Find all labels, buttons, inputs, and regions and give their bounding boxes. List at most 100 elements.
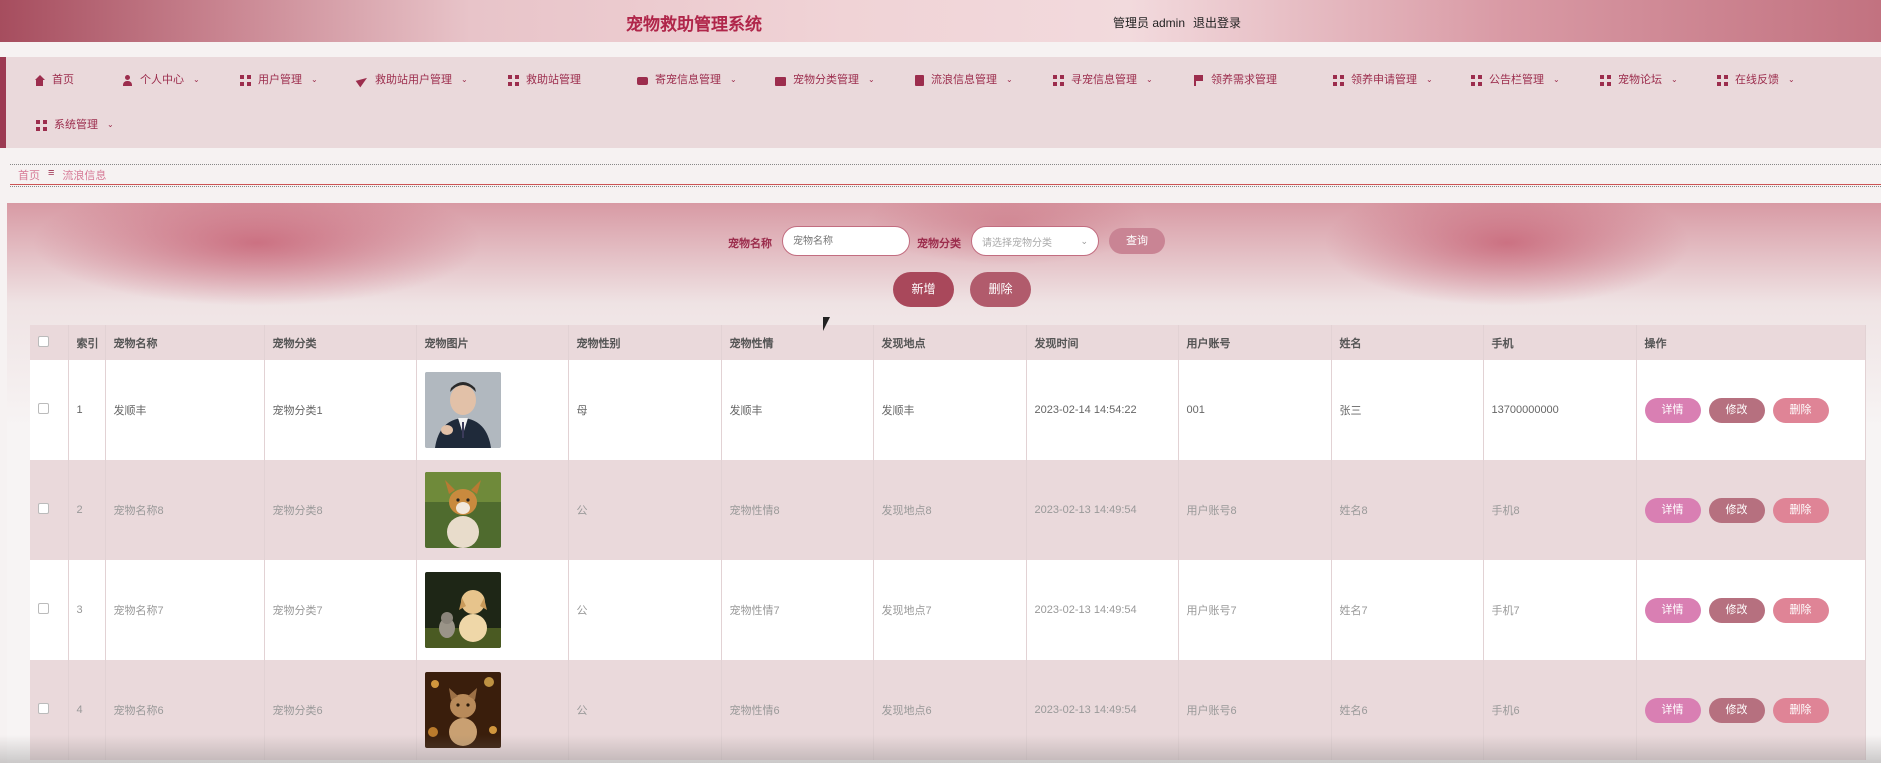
pet-gender-cell: 母 [568, 360, 722, 460]
select-all-cell [30, 325, 69, 360]
divider [10, 164, 1881, 165]
divider [10, 184, 1881, 187]
pet-name-cell: 宠物名称7 [105, 560, 265, 660]
person-name-cell: 姓名7 [1331, 560, 1484, 660]
column-header: 宠物图片 [416, 325, 569, 360]
nav-item-feedback[interactable]: 在线反馈 ⌄ [1717, 70, 1795, 90]
pet-gender-cell: 公 [568, 460, 722, 560]
grid-icon [240, 74, 251, 86]
nav-item-adoption-demand[interactable]: 领养需求管理 [1193, 70, 1277, 90]
nav-item-notice-board[interactable]: 公告栏管理 ⌄ [1471, 70, 1560, 90]
edit-button[interactable]: 修改 [1708, 597, 1765, 623]
delete-button[interactable]: 删除 [1772, 697, 1829, 723]
detail-button[interactable]: 详情 [1644, 397, 1701, 423]
nav-item-adoption-application[interactable]: 领养申请管理 ⌄ [1333, 70, 1433, 90]
detail-button[interactable]: 详情 [1644, 597, 1701, 623]
chevron-down-icon: ⌄ [1788, 75, 1795, 84]
operation-cell: 详情 修改 删除 [1636, 360, 1866, 460]
person-name-cell: 张三 [1331, 360, 1484, 460]
logout-link[interactable]: 退出登录 [1193, 14, 1241, 31]
nav-item-category-management[interactable]: 宠物分类管理 ⌄ [775, 70, 875, 90]
breadcrumb-home[interactable]: 首页 [18, 167, 40, 183]
pet-name-cell: 宠物名称8 [105, 460, 265, 560]
nav-item-label: 用户管理 [258, 74, 302, 86]
bottom-fade [0, 735, 1881, 763]
paper-plane-icon [357, 75, 368, 86]
row-checkbox[interactable] [38, 403, 49, 414]
nav-item-station-management[interactable]: 救助站管理 [508, 70, 581, 90]
nav-item-label: 寻宠信息管理 [1071, 74, 1137, 86]
chevron-down-icon: ⌄ [868, 75, 875, 84]
nav-item-personal-center[interactable]: 个人中心 ⌄ [122, 70, 200, 90]
chevron-down-icon: ⌄ [311, 75, 318, 84]
pet-category-cell: 宠物分类7 [264, 560, 417, 660]
found-time-cell: 2023-02-14 14:54:22 [1026, 360, 1179, 460]
chevron-down-icon: ⌄ [1006, 75, 1013, 84]
nav-item-foster-management[interactable]: 寄宠信息管理 ⌄ [637, 70, 737, 90]
nav-item-label: 寄宠信息管理 [655, 74, 721, 86]
nav-item-stray-management[interactable]: 流浪信息管理 ⌄ [915, 70, 1013, 90]
pet-image-cell [416, 560, 569, 660]
pet-name-input[interactable] [782, 226, 910, 256]
nav-item-lost-pet-management[interactable]: 寻宠信息管理 ⌄ [1053, 70, 1153, 90]
grid-icon [36, 119, 47, 131]
pet-name-label: 宠物名称 [728, 238, 772, 250]
nav-item-label: 首页 [52, 74, 74, 86]
nav-item-label: 领养需求管理 [1211, 74, 1277, 86]
column-header: 宠物名称 [105, 325, 265, 360]
mouse-pointer-icon [823, 317, 830, 331]
edit-button[interactable]: 修改 [1708, 397, 1765, 423]
select-all-checkbox[interactable] [38, 335, 49, 347]
grid-icon [1471, 74, 1482, 86]
row-checkbox[interactable] [38, 503, 49, 514]
nav-item-system-management[interactable]: 系统管理 ⌄ [36, 115, 114, 135]
row-checkbox[interactable] [38, 603, 49, 614]
grid-icon [1053, 74, 1064, 86]
nav-item-label: 个人中心 [140, 74, 184, 86]
chevron-down-icon: ⌄ [107, 120, 114, 129]
chevron-down-icon: ⌄ [193, 75, 200, 84]
found-time-cell: 2023-02-13 14:49:54 [1026, 560, 1179, 660]
column-header: 用户账号 [1178, 325, 1332, 360]
pet-category-select[interactable]: 请选择宠物分类 ⌄ [971, 226, 1099, 256]
column-header: 宠物分类 [264, 325, 417, 360]
chevron-down-icon: ⌄ [1146, 75, 1153, 84]
grid-icon [1717, 74, 1728, 86]
query-button[interactable]: 查询 [1109, 228, 1165, 254]
nav-item-label: 救助站管理 [526, 74, 581, 86]
select-placeholder: 请选择宠物分类 [982, 237, 1052, 249]
pet-category-label: 宠物分类 [917, 238, 961, 250]
location-cell: 发现地点7 [873, 560, 1027, 660]
delete-button[interactable]: 删除 [1772, 497, 1829, 523]
column-header: 操作 [1636, 325, 1866, 360]
row-select-cell [30, 560, 69, 660]
nav-item-station-user-management[interactable]: 救助站用户管理 ⌄ [357, 70, 468, 90]
breadcrumb-separator: ≡ [48, 167, 55, 179]
nav-item-home[interactable]: 首页 [34, 70, 74, 90]
nav-item-user-management[interactable]: 用户管理 ⌄ [240, 70, 318, 90]
briefcase-icon [775, 76, 786, 86]
nav-item-forum[interactable]: 宠物论坛 ⌄ [1600, 70, 1678, 90]
column-header: 发现地点 [873, 325, 1027, 360]
add-button[interactable]: 新增 [893, 272, 954, 307]
phone-cell: 13700000000 [1483, 360, 1637, 460]
found-time-cell: 2023-02-13 14:49:54 [1026, 460, 1179, 560]
delete-button[interactable]: 删除 [1772, 597, 1829, 623]
table-row: 2 宠物名称8 宠物分类8 公 宠物性情8 发现地点8 2023-02-13 1… [30, 460, 1866, 560]
row-checkbox[interactable] [38, 703, 49, 714]
pet-image [424, 372, 501, 448]
operation-cell: 详情 修改 删除 [1636, 460, 1866, 560]
detail-button[interactable]: 详情 [1644, 497, 1701, 523]
nav-item-label: 宠物论坛 [1618, 74, 1662, 86]
delete-button[interactable]: 删除 [1772, 397, 1829, 423]
detail-button[interactable]: 详情 [1644, 697, 1701, 723]
nav-item-label: 公告栏管理 [1489, 74, 1544, 86]
column-header: 宠物性别 [568, 325, 722, 360]
batch-delete-button[interactable]: 删除 [970, 272, 1031, 307]
column-header: 姓名 [1331, 325, 1484, 360]
table-row: 1 发顺丰 宠物分类1 母 发顺丰 发顺丰 2023-02-14 14:54:2… [30, 360, 1866, 460]
pet-name-cell: 发顺丰 [105, 360, 265, 460]
location-cell: 发顺丰 [873, 360, 1027, 460]
edit-button[interactable]: 修改 [1708, 497, 1765, 523]
edit-button[interactable]: 修改 [1708, 697, 1765, 723]
